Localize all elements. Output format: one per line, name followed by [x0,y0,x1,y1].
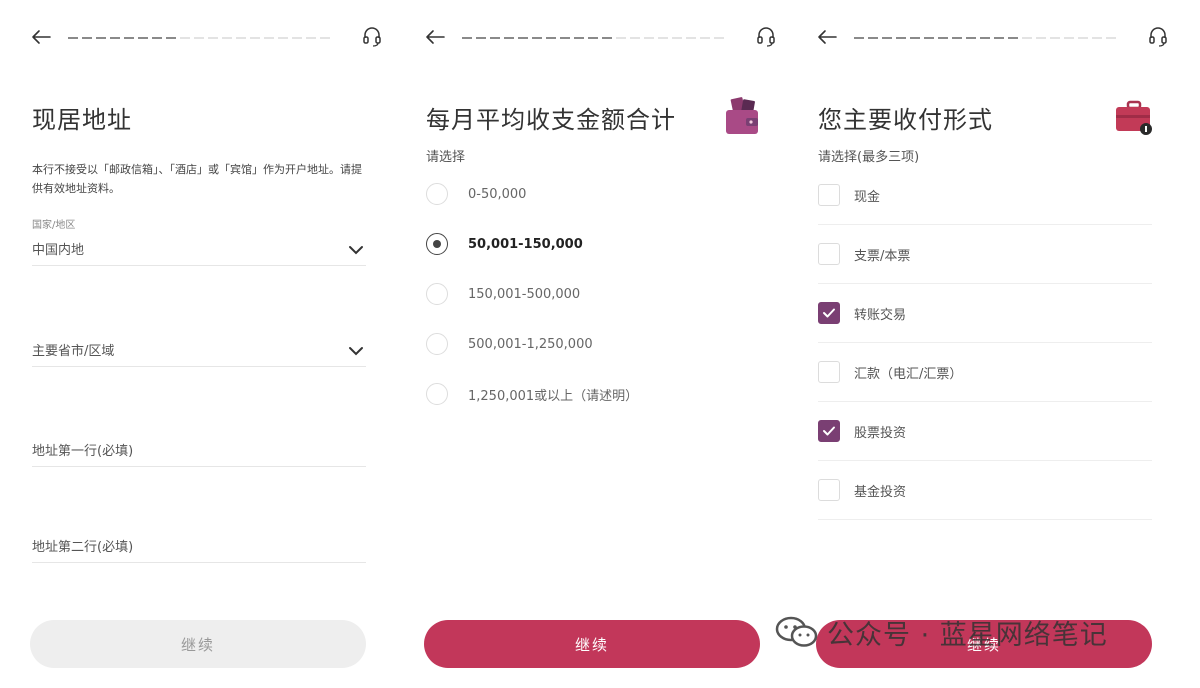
checkbox-option[interactable]: 股票投资 [818,402,1152,461]
address-line1-input[interactable]: 地址第一行(必填) [32,438,366,467]
headset-icon[interactable] [1148,26,1170,50]
headset-icon[interactable] [362,26,384,50]
checkbox-option[interactable]: 汇款（电汇/汇票） [818,343,1152,402]
checkbox-label: 转账交易 [854,307,907,323]
radio-button[interactable] [426,283,448,305]
back-arrow-icon[interactable] [816,26,838,50]
checkbox[interactable] [818,420,840,442]
page-title: 您主要收付形式 [818,106,993,134]
payment-method-panel: 您主要收付形式 请选择(最多三项) 现金 支票/本票 转账交易 汇款（电汇/汇票… [800,0,1170,688]
watermark: 公众号 · 蓝星网络笔记 [775,612,1108,652]
country-label: 国家/地区 [32,220,76,231]
wechat-icon [775,615,819,649]
country-value: 中国内地 [32,243,85,258]
address-line1-placeholder: 地址第一行(必填) [32,444,134,459]
checkbox-option[interactable]: 现金 [818,166,1152,225]
back-arrow-icon[interactable] [424,26,446,50]
radio-label: 500,001-1,250,000 [468,336,593,352]
top-bar [30,26,384,52]
radio-option[interactable]: 0-50,000 [426,180,526,208]
radio-button[interactable] [426,333,448,355]
checkbox-label: 现金 [854,189,881,205]
income-panel: 每月平均收支金额合计 请选择 0-50,000 50,001-150,000 1… [408,0,778,688]
top-bar [424,26,778,52]
checkbox-option[interactable]: 支票/本票 [818,225,1152,284]
continue-button[interactable]: 继续 [424,620,760,668]
radio-option[interactable]: 500,001-1,250,000 [426,330,593,358]
progress-indicator [462,37,724,40]
headset-icon[interactable] [756,26,778,50]
select-hint: 请选择 [426,150,466,165]
checkbox-option[interactable]: 基金投资 [818,461,1152,520]
checkbox-label: 支票/本票 [854,248,911,264]
radio-label: 150,001-500,000 [468,286,581,302]
checkmark-icon [823,426,835,436]
checkbox[interactable] [818,243,840,265]
country-select[interactable]: 国家/地区 中国内地 [32,216,366,266]
wallet-icon [724,96,760,136]
select-hint: 请选择(最多三项) [818,150,920,165]
radio-button[interactable] [426,183,448,205]
checkbox-label: 基金投资 [854,484,907,500]
address-line2-input[interactable]: 地址第二行(必填) [32,534,366,563]
checkbox[interactable] [818,361,840,383]
address-panel: 现居地址 本行不接受以「邮政信箱」、「酒店」或「宾馆」作为开户地址。请提供有效地… [14,0,384,688]
continue-button[interactable]: 继续 [30,620,366,668]
chevron-down-icon [348,241,366,255]
radio-button[interactable] [426,233,448,255]
radio-label: 1,250,001或以上（请述明） [468,388,639,404]
radio-option[interactable]: 1,250,001或以上（请述明） [426,380,638,408]
chevron-down-icon [348,342,366,356]
briefcase-icon [1116,96,1152,136]
province-placeholder: 主要省市/区域 [32,344,115,359]
address-notice: 本行不接受以「邮政信箱」、「酒店」或「宾馆」作为开户地址。请提供有效地址资料。 [32,163,362,195]
progress-indicator [68,37,330,40]
checkbox[interactable] [818,184,840,206]
progress-indicator [854,37,1116,40]
radio-button[interactable] [426,383,448,405]
watermark-text: 公众号 · 蓝星网络笔记 [827,619,1108,651]
checkbox[interactable] [818,479,840,501]
back-arrow-icon[interactable] [30,26,52,50]
address-line2-placeholder: 地址第二行(必填) [32,540,134,555]
page-title: 现居地址 [32,106,132,134]
radio-label: 50,001-150,000 [468,236,583,252]
radio-label: 0-50,000 [468,186,527,202]
checkbox-label: 汇款（电汇/汇票） [854,366,963,382]
checkbox[interactable] [818,302,840,324]
checkmark-icon [823,308,835,318]
checkbox-label: 股票投资 [854,425,907,441]
radio-option[interactable]: 50,001-150,000 [426,230,583,258]
top-bar [816,26,1170,52]
checkbox-option[interactable]: 转账交易 [818,284,1152,343]
radio-option[interactable]: 150,001-500,000 [426,280,580,308]
page-title: 每月平均收支金额合计 [426,106,676,134]
province-select[interactable]: 主要省市/区域 [32,338,366,367]
